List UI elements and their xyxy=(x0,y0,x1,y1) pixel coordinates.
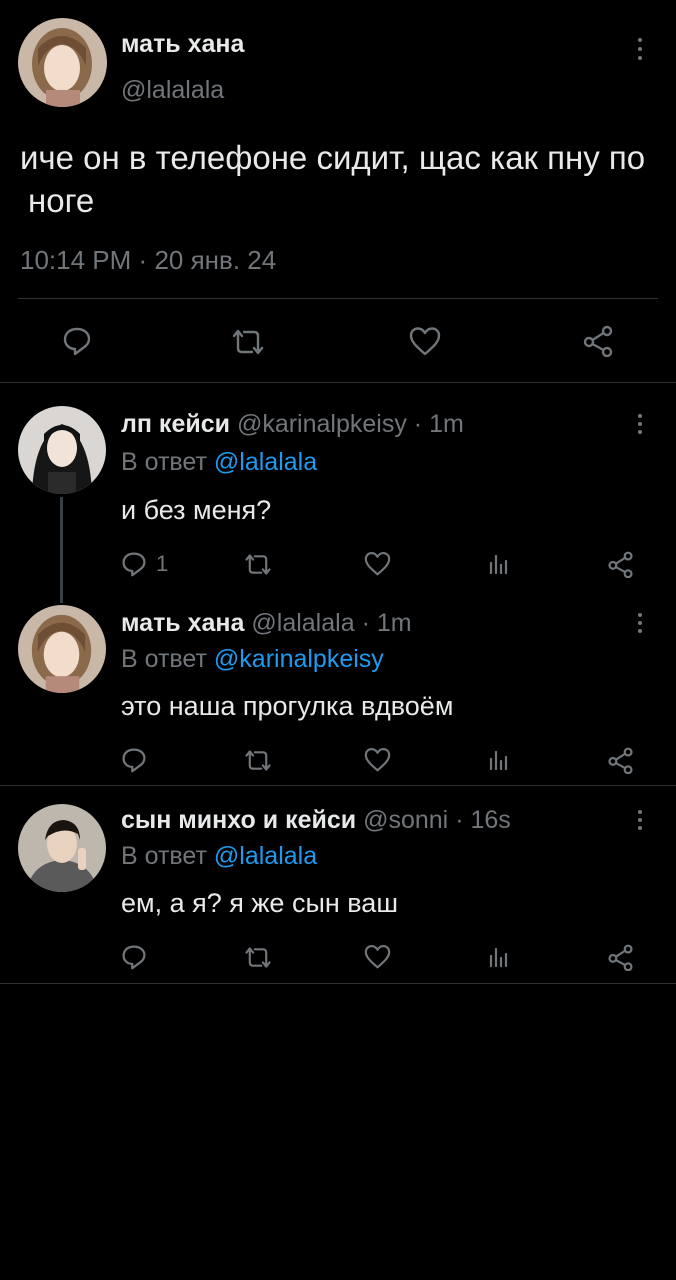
tweet-date: 20 янв. 24 xyxy=(154,245,277,275)
avatar[interactable] xyxy=(18,804,106,892)
author-name[interactable]: мать хана xyxy=(121,30,244,59)
share-icon[interactable] xyxy=(607,944,634,971)
post-age: 1m xyxy=(429,410,464,438)
tweet-text: и без меня? xyxy=(121,495,272,525)
post-age: 1m xyxy=(376,609,412,637)
tweet-timestamp[interactable]: 10:14 PM · 20 янв. 24 xyxy=(20,245,276,276)
views-icon[interactable] xyxy=(488,946,510,968)
mention-link[interactable]: @lalalala xyxy=(214,842,317,870)
tweet-time: 10:14 PM xyxy=(20,245,132,275)
reply-count: 1 xyxy=(156,551,169,576)
author-name[interactable]: сын минхо и кейси xyxy=(121,806,356,834)
avatar[interactable] xyxy=(18,406,106,494)
avatar[interactable] xyxy=(18,605,106,693)
reply-tweet[interactable]: лп кейси @karinalpkeisy · 1m В ответ @la… xyxy=(0,383,676,583)
reply-context: В ответ @lalalala xyxy=(121,842,317,871)
reply-context: В ответ @lalalala xyxy=(121,448,317,477)
separator: · xyxy=(361,609,370,637)
divider xyxy=(18,298,658,299)
reply-tweet[interactable]: сын минхо и кейси @sonni · 16s В ответ @… xyxy=(0,786,676,983)
post-age: 16s xyxy=(470,806,511,834)
reply-icon[interactable] xyxy=(120,944,148,970)
share-icon[interactable] xyxy=(582,325,614,357)
retweet-icon[interactable] xyxy=(243,553,273,576)
like-icon[interactable] xyxy=(409,326,441,356)
reply-icon[interactable] xyxy=(120,551,148,577)
like-icon[interactable] xyxy=(364,747,391,772)
reply-icon[interactable] xyxy=(62,326,92,356)
main-tweet: мать хана @lalalala иче он в телефоне си… xyxy=(0,0,676,383)
reply-prefix: В ответ xyxy=(121,842,207,870)
retweet-icon[interactable] xyxy=(230,328,266,356)
tweet-text: иче он в телефоне сидит, щас как пну по … xyxy=(20,139,646,219)
reply-prefix: В ответ xyxy=(121,448,207,476)
divider xyxy=(0,983,676,984)
reply-icon[interactable] xyxy=(120,747,148,773)
share-icon[interactable] xyxy=(607,747,634,774)
retweet-icon[interactable] xyxy=(243,749,273,772)
author-handle[interactable]: @lalalala xyxy=(121,76,224,105)
author-handle[interactable]: @karinalpkeisy xyxy=(237,410,407,438)
share-icon[interactable] xyxy=(607,551,634,578)
tweet-text: это наша прогулка вдвоём xyxy=(121,691,454,721)
author-handle[interactable]: @sonni xyxy=(363,806,448,834)
author-name[interactable]: лп кейси xyxy=(121,410,230,438)
tweet-text: ем, а я? я же сын ваш xyxy=(121,888,398,918)
more-icon[interactable] xyxy=(630,412,650,442)
like-icon[interactable] xyxy=(364,551,391,576)
more-icon[interactable] xyxy=(630,36,650,66)
more-icon[interactable] xyxy=(630,808,650,838)
author-handle[interactable]: @lalalala xyxy=(251,609,354,637)
like-icon[interactable] xyxy=(364,944,391,969)
reply-prefix: В ответ xyxy=(121,645,207,673)
separator: · xyxy=(455,806,464,834)
separator: · xyxy=(413,410,423,438)
retweet-icon[interactable] xyxy=(243,946,273,969)
mention-link[interactable]: @karinalpkeisy xyxy=(214,645,384,673)
more-icon[interactable] xyxy=(630,611,650,641)
views-icon[interactable] xyxy=(488,749,510,771)
author-name[interactable]: мать хана xyxy=(121,609,244,637)
reply-tweet[interactable]: мать хана @lalalala · 1m В ответ @karina… xyxy=(0,583,676,785)
reply-context: В ответ @karinalpkeisy xyxy=(121,645,384,674)
separator: · xyxy=(138,245,148,275)
views-icon[interactable] xyxy=(488,553,510,575)
avatar[interactable] xyxy=(18,18,107,107)
mention-link[interactable]: @lalalala xyxy=(214,448,317,476)
